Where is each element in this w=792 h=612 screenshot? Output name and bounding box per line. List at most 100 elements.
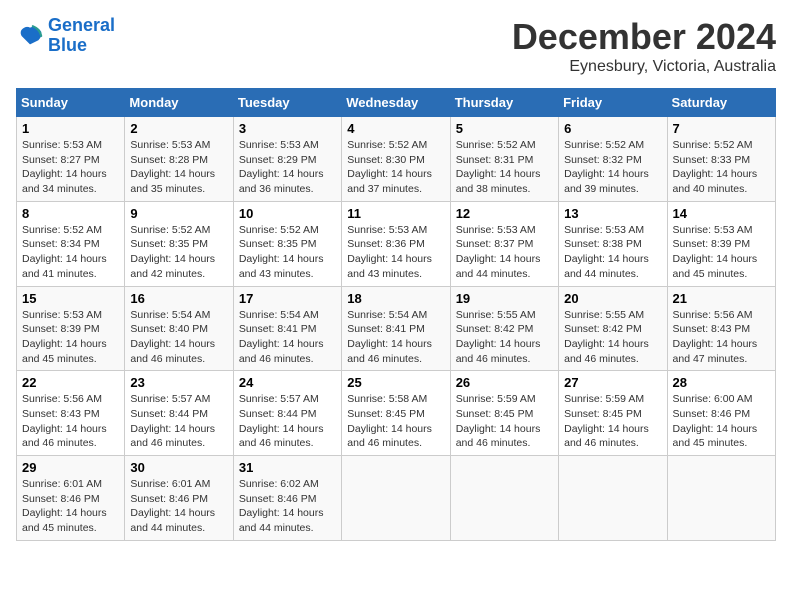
day-info: Sunrise: 5:53 AM Sunset: 8:29 PM Dayligh… xyxy=(239,138,336,197)
day-number: 14 xyxy=(673,206,770,221)
day-number: 18 xyxy=(347,291,444,306)
day-number: 13 xyxy=(564,206,661,221)
day-cell: 13 Sunrise: 5:53 AM Sunset: 8:38 PM Dayl… xyxy=(559,201,667,286)
day-number: 25 xyxy=(347,375,444,390)
day-number: 9 xyxy=(130,206,227,221)
day-info: Sunrise: 5:53 AM Sunset: 8:39 PM Dayligh… xyxy=(673,223,770,282)
day-number: 20 xyxy=(564,291,661,306)
day-info: Sunrise: 6:01 AM Sunset: 8:46 PM Dayligh… xyxy=(22,477,119,536)
day-number: 17 xyxy=(239,291,336,306)
day-cell: 11 Sunrise: 5:53 AM Sunset: 8:36 PM Dayl… xyxy=(342,201,450,286)
day-header-sunday: Sunday xyxy=(17,89,125,117)
day-cell: 21 Sunrise: 5:56 AM Sunset: 8:43 PM Dayl… xyxy=(667,286,775,371)
week-row-4: 22 Sunrise: 5:56 AM Sunset: 8:43 PM Dayl… xyxy=(17,371,776,456)
day-cell: 18 Sunrise: 5:54 AM Sunset: 8:41 PM Dayl… xyxy=(342,286,450,371)
day-info: Sunrise: 5:59 AM Sunset: 8:45 PM Dayligh… xyxy=(456,392,553,451)
day-header-saturday: Saturday xyxy=(667,89,775,117)
day-number: 24 xyxy=(239,375,336,390)
day-header-tuesday: Tuesday xyxy=(233,89,341,117)
day-cell: 12 Sunrise: 5:53 AM Sunset: 8:37 PM Dayl… xyxy=(450,201,558,286)
day-cell: 17 Sunrise: 5:54 AM Sunset: 8:41 PM Dayl… xyxy=(233,286,341,371)
day-info: Sunrise: 5:53 AM Sunset: 8:27 PM Dayligh… xyxy=(22,138,119,197)
day-header-thursday: Thursday xyxy=(450,89,558,117)
day-cell: 31 Sunrise: 6:02 AM Sunset: 8:46 PM Dayl… xyxy=(233,456,341,541)
day-cell: 5 Sunrise: 5:52 AM Sunset: 8:31 PM Dayli… xyxy=(450,117,558,202)
day-header-monday: Monday xyxy=(125,89,233,117)
day-cell: 7 Sunrise: 5:52 AM Sunset: 8:33 PM Dayli… xyxy=(667,117,775,202)
week-row-1: 1 Sunrise: 5:53 AM Sunset: 8:27 PM Dayli… xyxy=(17,117,776,202)
logo-icon xyxy=(16,22,44,50)
day-info: Sunrise: 5:52 AM Sunset: 8:31 PM Dayligh… xyxy=(456,138,553,197)
day-number: 10 xyxy=(239,206,336,221)
week-row-2: 8 Sunrise: 5:52 AM Sunset: 8:34 PM Dayli… xyxy=(17,201,776,286)
day-info: Sunrise: 5:52 AM Sunset: 8:33 PM Dayligh… xyxy=(673,138,770,197)
day-cell: 27 Sunrise: 5:59 AM Sunset: 8:45 PM Dayl… xyxy=(559,371,667,456)
day-number: 1 xyxy=(22,121,119,136)
day-cell: 15 Sunrise: 5:53 AM Sunset: 8:39 PM Dayl… xyxy=(17,286,125,371)
day-info: Sunrise: 5:52 AM Sunset: 8:34 PM Dayligh… xyxy=(22,223,119,282)
day-info: Sunrise: 5:55 AM Sunset: 8:42 PM Dayligh… xyxy=(564,308,661,367)
day-info: Sunrise: 5:53 AM Sunset: 8:38 PM Dayligh… xyxy=(564,223,661,282)
day-cell: 19 Sunrise: 5:55 AM Sunset: 8:42 PM Dayl… xyxy=(450,286,558,371)
day-number: 2 xyxy=(130,121,227,136)
day-number: 29 xyxy=(22,460,119,475)
day-cell: 22 Sunrise: 5:56 AM Sunset: 8:43 PM Dayl… xyxy=(17,371,125,456)
calendar-table: SundayMondayTuesdayWednesdayThursdayFrid… xyxy=(16,88,776,541)
day-info: Sunrise: 5:52 AM Sunset: 8:30 PM Dayligh… xyxy=(347,138,444,197)
day-number: 19 xyxy=(456,291,553,306)
day-cell xyxy=(667,456,775,541)
day-number: 28 xyxy=(673,375,770,390)
day-info: Sunrise: 6:00 AM Sunset: 8:46 PM Dayligh… xyxy=(673,392,770,451)
day-header-wednesday: Wednesday xyxy=(342,89,450,117)
day-info: Sunrise: 5:58 AM Sunset: 8:45 PM Dayligh… xyxy=(347,392,444,451)
day-number: 15 xyxy=(22,291,119,306)
day-cell: 1 Sunrise: 5:53 AM Sunset: 8:27 PM Dayli… xyxy=(17,117,125,202)
day-cell: 6 Sunrise: 5:52 AM Sunset: 8:32 PM Dayli… xyxy=(559,117,667,202)
day-number: 4 xyxy=(347,121,444,136)
day-info: Sunrise: 5:53 AM Sunset: 8:28 PM Dayligh… xyxy=(130,138,227,197)
day-info: Sunrise: 6:01 AM Sunset: 8:46 PM Dayligh… xyxy=(130,477,227,536)
day-info: Sunrise: 5:56 AM Sunset: 8:43 PM Dayligh… xyxy=(22,392,119,451)
day-cell: 9 Sunrise: 5:52 AM Sunset: 8:35 PM Dayli… xyxy=(125,201,233,286)
day-number: 31 xyxy=(239,460,336,475)
day-cell: 16 Sunrise: 5:54 AM Sunset: 8:40 PM Dayl… xyxy=(125,286,233,371)
day-cell: 24 Sunrise: 5:57 AM Sunset: 8:44 PM Dayl… xyxy=(233,371,341,456)
day-number: 7 xyxy=(673,121,770,136)
logo: General Blue xyxy=(16,16,115,56)
header-row: SundayMondayTuesdayWednesdayThursdayFrid… xyxy=(17,89,776,117)
day-cell: 4 Sunrise: 5:52 AM Sunset: 8:30 PM Dayli… xyxy=(342,117,450,202)
day-cell xyxy=(559,456,667,541)
day-cell: 2 Sunrise: 5:53 AM Sunset: 8:28 PM Dayli… xyxy=(125,117,233,202)
day-number: 8 xyxy=(22,206,119,221)
week-row-5: 29 Sunrise: 6:01 AM Sunset: 8:46 PM Dayl… xyxy=(17,456,776,541)
day-info: Sunrise: 5:54 AM Sunset: 8:40 PM Dayligh… xyxy=(130,308,227,367)
week-row-3: 15 Sunrise: 5:53 AM Sunset: 8:39 PM Dayl… xyxy=(17,286,776,371)
day-info: Sunrise: 5:54 AM Sunset: 8:41 PM Dayligh… xyxy=(239,308,336,367)
day-number: 23 xyxy=(130,375,227,390)
subtitle: Eynesbury, Victoria, Australia xyxy=(512,58,776,76)
day-cell xyxy=(450,456,558,541)
day-info: Sunrise: 5:56 AM Sunset: 8:43 PM Dayligh… xyxy=(673,308,770,367)
day-cell: 23 Sunrise: 5:57 AM Sunset: 8:44 PM Dayl… xyxy=(125,371,233,456)
day-number: 16 xyxy=(130,291,227,306)
day-info: Sunrise: 5:54 AM Sunset: 8:41 PM Dayligh… xyxy=(347,308,444,367)
day-info: Sunrise: 5:55 AM Sunset: 8:42 PM Dayligh… xyxy=(456,308,553,367)
title-area: December 2024 Eynesbury, Victoria, Austr… xyxy=(512,16,776,76)
day-number: 3 xyxy=(239,121,336,136)
day-cell: 28 Sunrise: 6:00 AM Sunset: 8:46 PM Dayl… xyxy=(667,371,775,456)
day-number: 12 xyxy=(456,206,553,221)
day-info: Sunrise: 5:59 AM Sunset: 8:45 PM Dayligh… xyxy=(564,392,661,451)
day-cell: 25 Sunrise: 5:58 AM Sunset: 8:45 PM Dayl… xyxy=(342,371,450,456)
day-number: 26 xyxy=(456,375,553,390)
day-number: 22 xyxy=(22,375,119,390)
day-cell: 29 Sunrise: 6:01 AM Sunset: 8:46 PM Dayl… xyxy=(17,456,125,541)
header: General Blue December 2024 Eynesbury, Vi… xyxy=(16,16,776,76)
day-cell: 20 Sunrise: 5:55 AM Sunset: 8:42 PM Dayl… xyxy=(559,286,667,371)
logo-text: General Blue xyxy=(48,16,115,56)
day-cell: 26 Sunrise: 5:59 AM Sunset: 8:45 PM Dayl… xyxy=(450,371,558,456)
day-number: 6 xyxy=(564,121,661,136)
day-info: Sunrise: 5:53 AM Sunset: 8:39 PM Dayligh… xyxy=(22,308,119,367)
day-number: 21 xyxy=(673,291,770,306)
day-number: 5 xyxy=(456,121,553,136)
day-cell: 8 Sunrise: 5:52 AM Sunset: 8:34 PM Dayli… xyxy=(17,201,125,286)
